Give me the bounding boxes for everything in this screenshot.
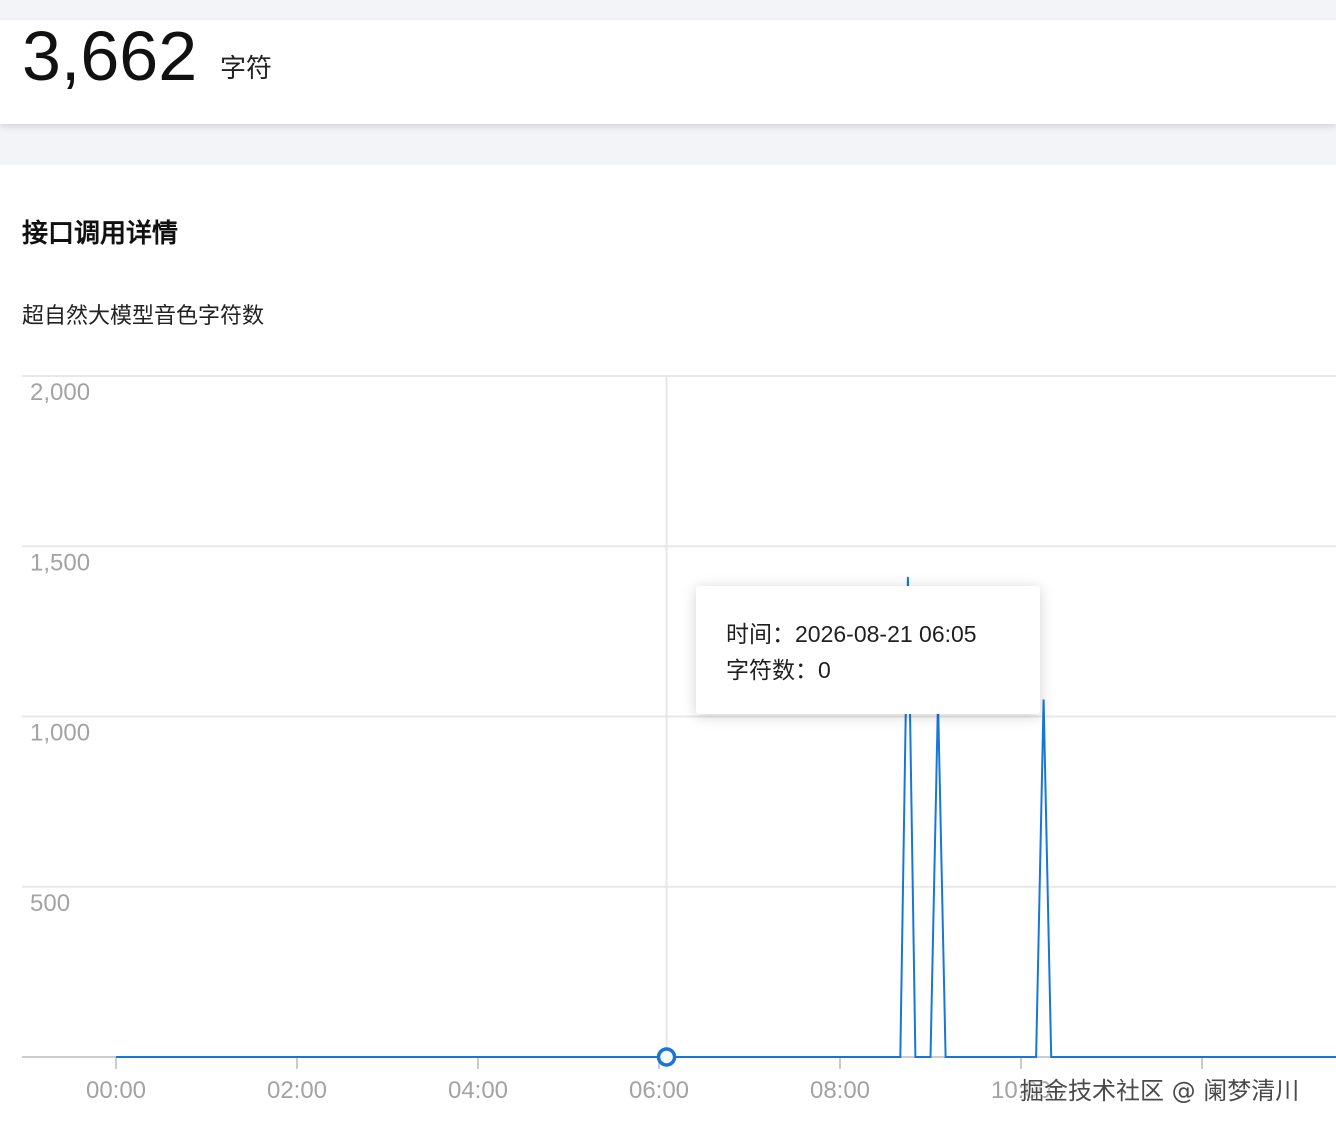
y-tick-label: 500 <box>30 890 70 917</box>
tooltip-time-value: 2026-08-21 06:05 <box>795 621 977 647</box>
tooltip-time-row: 时间：2026-08-21 06:05 <box>726 616 1040 652</box>
line-chart[interactable]: 500 1,000 1,500 2,000 00:00 02:00 04:00 06:00 08… <box>0 0 1336 1136</box>
tooltip-time-label: 时间： <box>726 621 795 647</box>
x-tick-label: 04:00 <box>448 1077 508 1104</box>
tooltip-count-row: 字符数：0 <box>726 652 1040 688</box>
x-tick-label: 06:00 <box>629 1077 689 1104</box>
tooltip-count-label: 字符数： <box>726 657 818 683</box>
tooltip-count-value: 0 <box>818 657 831 683</box>
highlight-point <box>656 1047 677 1067</box>
x-tick-label: 02:00 <box>267 1077 327 1104</box>
chart-tooltip: 时间：2026-08-21 06:05 字符数：0 <box>696 586 1040 714</box>
x-tick-label: 00:00 <box>86 1077 146 1104</box>
y-tick-label: 1,500 <box>30 549 90 576</box>
watermark-text: 掘金技术社区 @ 阑梦清川 <box>1020 1077 1300 1105</box>
x-tick-label: 08:00 <box>810 1077 870 1104</box>
y-tick-label: 2,000 <box>30 379 90 406</box>
y-tick-label: 1,000 <box>30 720 90 747</box>
